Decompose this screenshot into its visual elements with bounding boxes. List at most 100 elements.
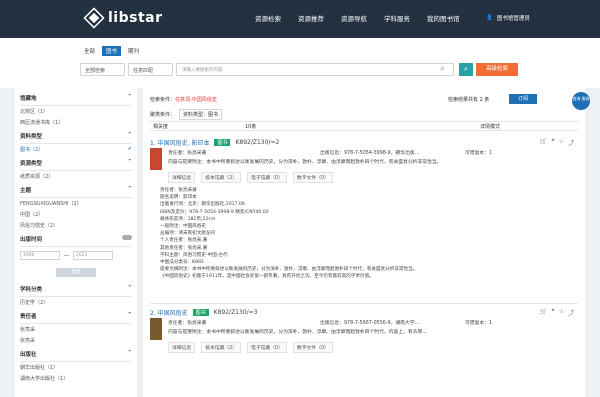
e-holdings-tab[interactable]: 电子馆藏（0） xyxy=(247,342,287,353)
filter-year-title: 出版时间 xyxy=(20,231,132,247)
filter-item[interactable]: 湖南大学出版社（1） xyxy=(20,373,132,384)
detail-line: 其他责任者：张亮采,著 xyxy=(160,245,208,251)
record-abstract: 内容与提要附注：本书中所要叙述以衡发展的历史，分为浑朴、敦朴、浮靡、由浮靡而趋敦… xyxy=(168,330,427,335)
filter-doctype-title[interactable]: 资料类型 ⌃ xyxy=(20,128,132,144)
search-icon[interactable]: ⌕ xyxy=(440,64,444,74)
filter-item[interactable]: 张亮采 xyxy=(20,324,132,335)
cluster-filter: 聚类条件： 资料类型：图书 xyxy=(150,109,223,120)
subscribe-button[interactable]: 订阅 xyxy=(509,94,537,104)
filter-subject-title[interactable]: 主题 ⌃ xyxy=(20,182,132,198)
view-mode[interactable]: 详情模式 xyxy=(480,123,500,130)
user-icon: 👤 xyxy=(486,15,493,21)
filter-item[interactable]: 北校区（1） xyxy=(20,106,132,117)
filter-restype-title[interactable]: 资源类型 ⌃ xyxy=(20,155,132,171)
record-tabs: 详细信息 纸本馆藏（2） 电子馆藏（0） 数字文件（0） xyxy=(168,172,333,183)
filter-item[interactable]: 历史学（2） xyxy=(20,297,132,308)
match-select[interactable]: 任意匹配 xyxy=(128,63,173,76)
filter-item[interactable]: 中国（2） xyxy=(20,209,132,220)
filter-item[interactable]: 张亮采 xyxy=(20,335,132,346)
e-holdings-tab[interactable]: 电子馆藏（0） xyxy=(247,172,287,183)
filter-item[interactable]: 西区流通书库（1） xyxy=(20,117,132,128)
record-actions: 🛒 ❝ ☆ ⤴ xyxy=(540,138,574,147)
sort-select[interactable]: 相关度 xyxy=(153,123,168,130)
detail-line: 中图法分类号：K892 xyxy=(160,260,204,266)
detail-line: 个人责任者：张亮采,著 xyxy=(160,238,208,244)
record-copies: 可借复本：1 xyxy=(465,321,493,326)
share-icon[interactable]: ⤴ xyxy=(568,138,574,147)
scope-select[interactable]: 全部检索 xyxy=(80,63,125,76)
star-icon[interactable]: ☆ xyxy=(559,308,564,317)
year-confirm-button[interactable]: 确定 xyxy=(56,268,96,277)
detail-line: 载体形态项：182页;22cm xyxy=(160,216,216,222)
filter-location-title[interactable]: 馆藏地 ⌃ xyxy=(20,90,132,106)
tab-all[interactable]: 全部 xyxy=(80,46,99,56)
detail-line: 责任者：张亮采著 xyxy=(160,188,197,193)
quote-icon[interactable]: ❝ xyxy=(551,138,554,147)
nav-search[interactable]: 资源检索 xyxy=(255,13,281,23)
record-pub: 出版信息：978-7-5054-3998-9，朝华出版... xyxy=(320,151,420,156)
year-toggle[interactable] xyxy=(122,235,132,240)
record-copies: 可借复本：1 xyxy=(465,151,493,156)
star-icon[interactable]: ☆ xyxy=(559,138,564,147)
book-cover[interactable] xyxy=(150,148,162,170)
search-input[interactable]: 请输入要搜索的内容 xyxy=(176,63,454,76)
detail-line: 一般附注：中国风俗史 xyxy=(160,224,206,230)
detail-line: 丛编项：清末民初文献丛刊 xyxy=(160,231,216,237)
filter-chip[interactable]: 资料类型：图书 xyxy=(179,109,223,120)
tab-journals[interactable]: 期刊 xyxy=(124,46,143,56)
record-actions: 🛒 ❝ ☆ ⤴ xyxy=(540,308,574,317)
print-holdings-tab[interactable]: 纸本馆藏（2） xyxy=(201,342,242,353)
record-abstract: 内容与提要附注：本书中所要叙述以衡发展的历史，分为浑朴、敦朴、浮靡、由浮靡而趋敦… xyxy=(168,160,442,165)
book-cover[interactable] xyxy=(150,318,162,340)
nav-navigation[interactable]: 资源导航 xyxy=(341,13,367,23)
detail-line: 出版发行项：北京：朝华出版社,2017.08 xyxy=(160,202,245,208)
user-menu[interactable]: 👤 图书馆管理员 xyxy=(486,14,530,22)
nav-my-library[interactable]: 我的图书馆 xyxy=(427,13,460,23)
quote-icon[interactable]: ❝ xyxy=(551,308,554,317)
record-title[interactable]: 2. 中国风俗史 xyxy=(150,308,188,317)
user-name: 图书馆管理员 xyxy=(496,16,530,22)
results-panel: 检索条件：任意词-中国风俗史 检索结果共有 2 条 订阅 聚类条件： 资料类型：… xyxy=(143,88,585,397)
search-button[interactable]: ⌕ xyxy=(459,63,473,76)
share-icon[interactable]: ⤴ xyxy=(568,308,574,317)
filter-item[interactable]: 纸质资源（2） xyxy=(20,171,132,182)
year-to-input[interactable]: 2021 xyxy=(73,251,113,260)
brand-name[interactable]: libstar xyxy=(108,10,163,26)
search-condition: 检索条件：任意词-中国风俗史 xyxy=(150,97,217,103)
type-badge: 图书 xyxy=(192,309,209,316)
nav-subject[interactable]: 学科服务 xyxy=(384,13,410,23)
record-tabs: 详细信息 纸本馆藏（2） 电子馆藏（0） 数字文件（0） xyxy=(168,342,333,353)
record-author: 责任者：张亮采著 xyxy=(168,321,207,326)
filter-item[interactable]: FENGSUXIGUANSHI（2） xyxy=(20,198,132,209)
sort-bar: 相关度 10条 详情模式 xyxy=(150,121,578,131)
detail-line: 学科主题：风俗习惯史-中国-古代 xyxy=(160,252,228,258)
result-count: 检索结果共有 2 条 xyxy=(448,97,490,103)
libstar-logo[interactable] xyxy=(83,7,105,29)
record-title[interactable]: 1. 中国风俗史. 影印本 xyxy=(150,138,209,147)
filter-author-title[interactable]: 责任者 ⌃ xyxy=(20,308,132,324)
nav-recommend[interactable]: 资源推荐 xyxy=(298,13,324,23)
record-author: 责任者：张亮采著 xyxy=(168,151,207,156)
record-detail-panel: 责任者：张亮采著 题名说明：影印本 出版发行项：北京：朝华出版社,2017.08… xyxy=(150,183,578,285)
filter-discipline-title[interactable]: 学科分类 ⌃ xyxy=(20,281,132,297)
tab-books[interactable]: 图书 xyxy=(102,46,122,56)
year-from-input[interactable]: 1900 xyxy=(20,251,60,260)
record-pub: 出版信息：978-7-5667-0556-9，湖南大学... xyxy=(320,321,420,326)
call-number: K892/Z130/=2 xyxy=(235,139,280,146)
cart-icon[interactable]: 🛒 xyxy=(540,138,547,147)
cart-icon[interactable]: 🛒 xyxy=(540,308,547,317)
detail-tab[interactable]: 详细信息 xyxy=(168,172,196,183)
print-holdings-tab[interactable]: 纸本馆藏（2） xyxy=(201,172,242,183)
result-record-1: 1. 中国风俗史. 影印本 图书 K892/Z130/=2 🛒 ❝ ☆ ⤴ 责任… xyxy=(150,138,578,294)
advanced-search-button[interactable]: 高级检索 xyxy=(476,63,518,76)
digital-files-tab[interactable]: 数字文件（0） xyxy=(292,342,333,353)
filter-publisher-title[interactable]: 出版社 ⌃ xyxy=(20,346,132,362)
digital-files-tab[interactable]: 数字文件（0） xyxy=(292,172,333,183)
per-page-select[interactable]: 10条 xyxy=(245,123,256,130)
filter-item-selected[interactable]: 图书（2） ✔ xyxy=(20,144,132,155)
filter-item[interactable]: 风俗习惯史（2） xyxy=(20,220,132,231)
filter-item[interactable]: 朝华出版社（1） xyxy=(20,362,132,373)
detail-tab[interactable]: 详细信息 xyxy=(168,342,196,353)
detail-line: ISBN及定价：978-7-5054-3998-9 精装/CNY40.00 xyxy=(160,209,269,215)
consult-service-button[interactable]: 咨询 服务 xyxy=(572,92,590,110)
